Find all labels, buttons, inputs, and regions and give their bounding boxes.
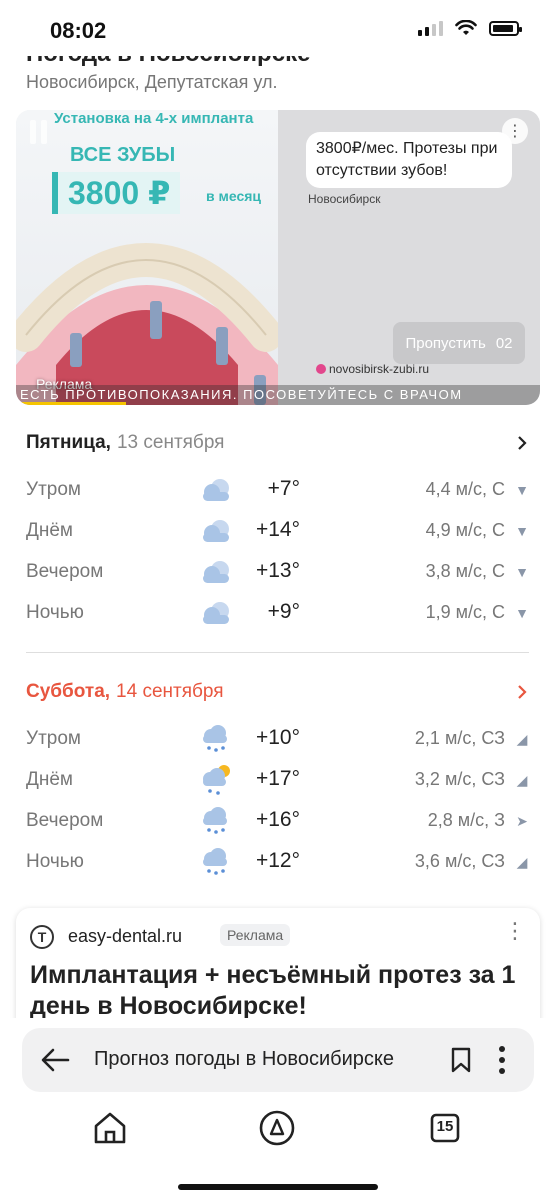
- back-arrow-icon[interactable]: [40, 1046, 70, 1074]
- period-label: Вечером: [26, 810, 104, 831]
- location-label: Новосибирск, Депутатская ул.: [26, 72, 278, 92]
- video-ad-banner[interactable]: Установка на 4-х импланта ВСЕ ЗУБЫ 3800 …: [16, 110, 540, 405]
- wind-direction-icon: ▼: [515, 523, 529, 539]
- wind-speed: 2,1 м/с, СЗ: [414, 728, 505, 748]
- wind-speed: 1,9 м/с, С: [425, 602, 505, 622]
- forecast-row: Ночью +12° 3,6 м/с, СЗ ◢: [26, 843, 531, 883]
- tabs-button[interactable]: 15: [425, 1108, 465, 1148]
- wind-speed: 3,8 м/с, С: [425, 561, 505, 581]
- skip-label: Пропустить: [405, 334, 486, 352]
- forecast-row: Вечером +16° 2,8 м/с, З ➤: [26, 802, 531, 842]
- battery-icon: [489, 20, 522, 36]
- chevron-right-icon[interactable]: [515, 685, 529, 699]
- bookmark-icon[interactable]: [450, 1047, 472, 1073]
- status-time: 08:02: [50, 18, 107, 43]
- ad-headline[interactable]: Имплантация + несъёмный протез за 1 день…: [30, 960, 530, 1022]
- ad-more-icon[interactable]: ⋮: [502, 118, 528, 144]
- site-logo-icon: T: [30, 925, 54, 949]
- period-label: Ночью: [26, 602, 84, 623]
- wind-direction-icon: ➤: [516, 813, 528, 829]
- temperature: +16°: [255, 808, 300, 831]
- ad-image: Установка на 4-х импланта ВСЕ ЗУБЫ 3800 …: [16, 110, 278, 405]
- wind-speed: 2,8 м/с, З: [427, 810, 505, 830]
- url-bar[interactable]: Прогноз погоды в Новосибирске: [22, 1028, 534, 1092]
- section-divider: [26, 652, 529, 653]
- temperature: +7°: [267, 477, 300, 500]
- ad-progress-bar: [16, 402, 126, 405]
- temperature: +12°: [255, 849, 300, 872]
- day-name: Пятница,: [26, 432, 111, 453]
- browser-bottom-bar: Прогноз погоды в Новосибирске 15: [0, 1018, 555, 1200]
- ad-city: Новосибирск: [308, 192, 381, 206]
- chevron-right-icon[interactable]: [515, 436, 529, 450]
- day-date: 13 сентября: [116, 432, 225, 453]
- day-header-saturday[interactable]: Суббота, 14 сентября: [26, 677, 224, 707]
- wind-direction-icon: ◢: [516, 854, 528, 870]
- period-label: Вечером: [26, 561, 104, 582]
- more-menu-icon[interactable]: [496, 1045, 508, 1075]
- wind-speed: 4,9 м/с, С: [425, 520, 505, 540]
- ad-info-panel: 3800₽/мес. Протезы при отсутствии зубов!…: [278, 110, 540, 405]
- ad-subheading: ВСЕ ЗУБЫ: [70, 144, 176, 166]
- temperature: +10°: [255, 726, 300, 749]
- skip-countdown: 02: [495, 334, 513, 352]
- status-bar: 08:02: [0, 0, 555, 56]
- ad-heading: Установка на 4-х импланта: [54, 110, 254, 127]
- cellular-signal-icon: [418, 20, 443, 36]
- wind-direction-icon: ◢: [516, 772, 528, 788]
- temperature: +17°: [255, 767, 300, 790]
- wind-direction-icon: ▼: [515, 605, 529, 621]
- ad-domain-dot-icon: [316, 364, 326, 374]
- temperature: +14°: [255, 518, 300, 541]
- skip-ad-button[interactable]: Пропустить 02: [393, 322, 525, 364]
- alice-assistant-icon[interactable]: [257, 1108, 297, 1148]
- pause-icon[interactable]: [30, 120, 52, 144]
- home-icon[interactable]: [90, 1108, 130, 1148]
- ad-bubble-text: 3800₽/мес. Протезы при отсутствии зубов!: [306, 132, 512, 188]
- forecast-row: Утром +7° 4,4 м/с, С ▼: [26, 471, 531, 511]
- forecast-row: Утром +10° 2,1 м/с, СЗ ◢: [26, 720, 531, 760]
- forecast-row: Днём +17° 3,2 м/с, СЗ ◢: [26, 761, 531, 801]
- wind-direction-icon: ▼: [515, 564, 529, 580]
- tabs-count: 15: [436, 1118, 454, 1135]
- ad-price-period: в месяц: [206, 188, 262, 204]
- temperature: +9°: [267, 600, 300, 623]
- wind-speed: 3,6 м/с, СЗ: [414, 851, 505, 871]
- ad-site-name[interactable]: easy-dental.ru: [68, 926, 182, 947]
- day-date: 14 сентября: [116, 681, 224, 702]
- forecast-row: Днём +14° 4,9 м/с, С ▼: [26, 512, 531, 552]
- period-label: Днём: [26, 769, 73, 790]
- period-label: Утром: [26, 479, 81, 500]
- period-label: Утром: [26, 728, 81, 749]
- home-indicator: [178, 1184, 378, 1190]
- status-icons: [418, 20, 522, 36]
- period-label: Ночью: [26, 851, 84, 872]
- wind-speed: 4,4 м/с, С: [425, 479, 505, 499]
- wind-direction-icon: ◢: [516, 731, 528, 747]
- wind-direction-icon: ▼: [515, 482, 529, 498]
- ad-price: 3800 ₽: [52, 172, 181, 214]
- wifi-icon: [455, 20, 477, 35]
- more-options-icon[interactable]: ⋮: [504, 920, 526, 942]
- forecast-row: Ночью +9° 1,9 м/с, С ▼: [26, 594, 531, 634]
- period-label: Днём: [26, 520, 73, 541]
- forecast-row: Вечером +13° 3,8 м/с, С ▼: [26, 553, 531, 593]
- day-header-friday[interactable]: Пятница, 13 сентября: [26, 428, 224, 458]
- wind-speed: 3,2 м/с, СЗ: [414, 769, 505, 789]
- page-url-title[interactable]: Прогноз погоды в Новосибирске: [94, 1048, 434, 1071]
- day-name: Суббота,: [26, 681, 111, 702]
- ad-badge: Реклама: [220, 924, 291, 946]
- ad-domain-text: novosibirsk-zubi.ru: [329, 362, 430, 376]
- temperature: +13°: [255, 559, 300, 582]
- ad-domain[interactable]: novosibirsk-zubi.ru: [316, 362, 429, 376]
